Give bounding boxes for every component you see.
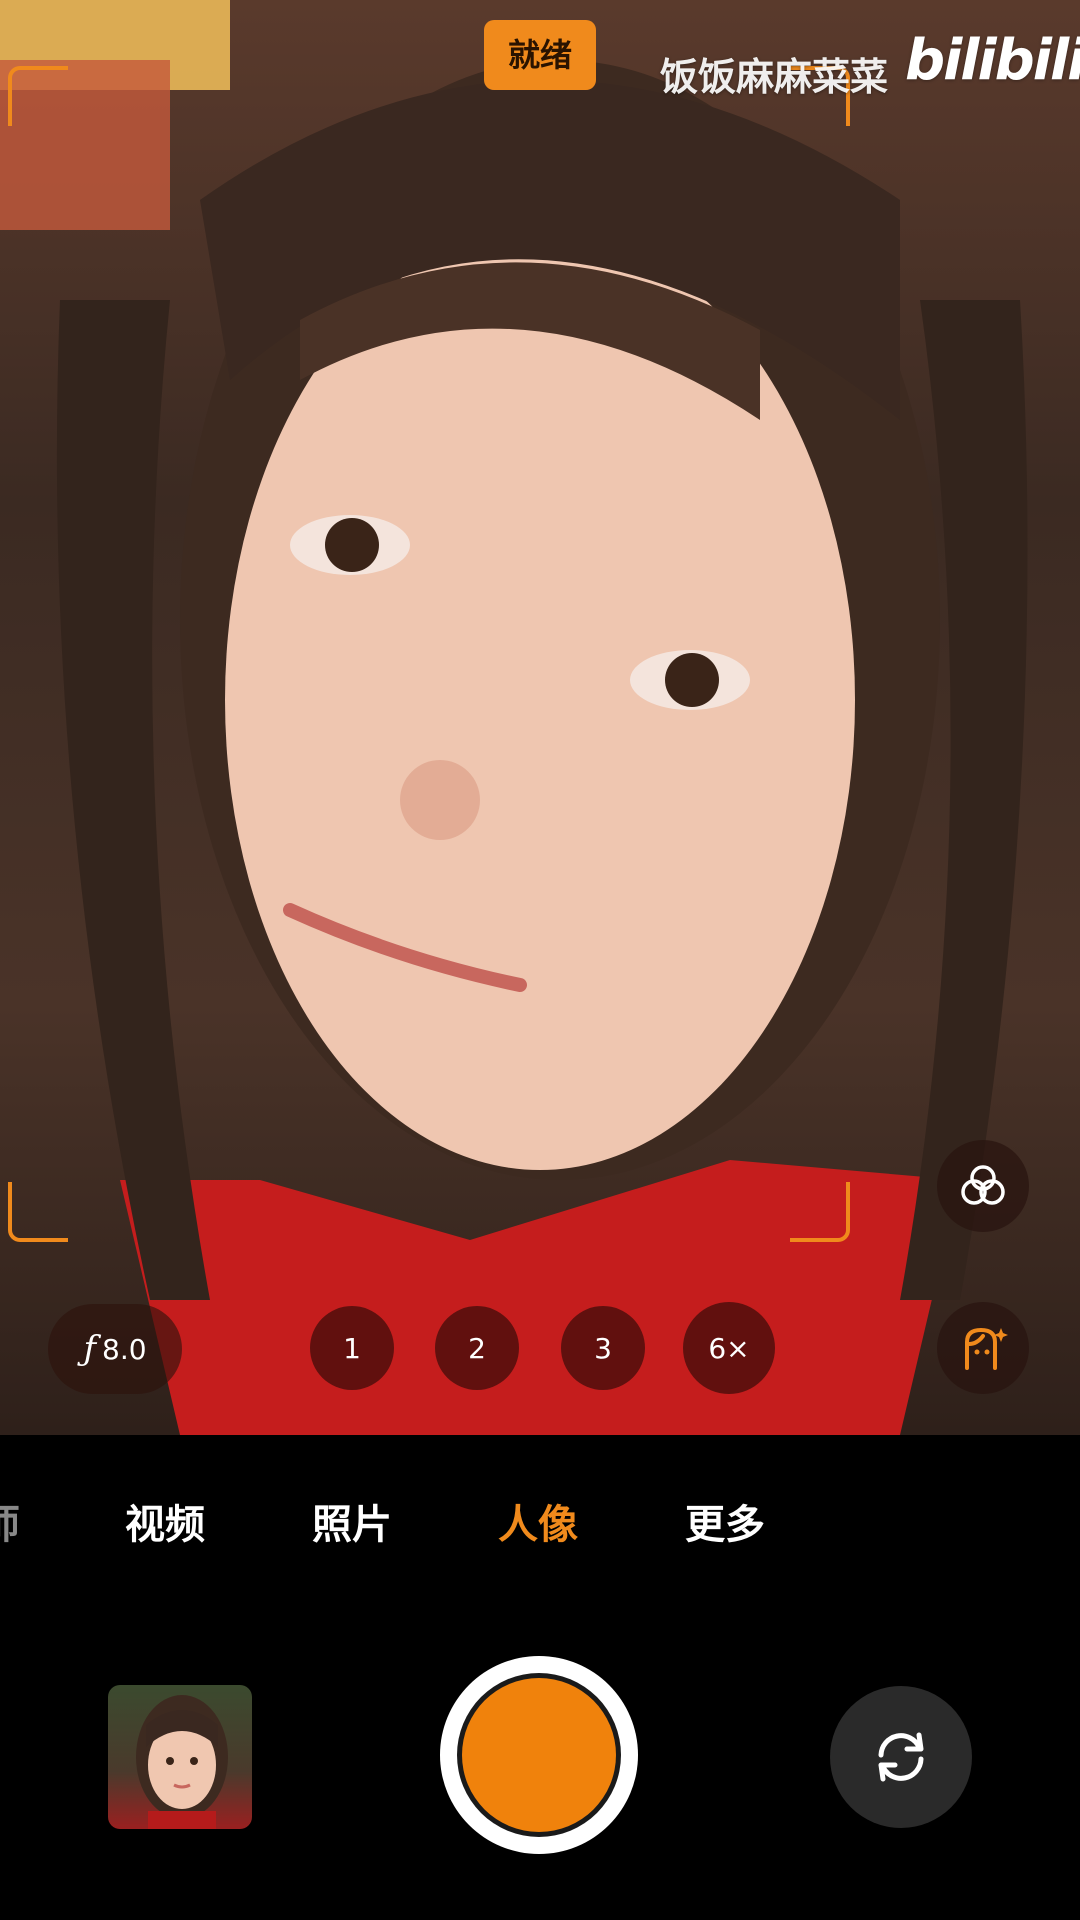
camera-app: 就绪 饭饭麻麻菜菜 bilibili ƒ 8.0 1 2 3 6× 视频 照片 … [0,0,1080,1920]
zoom-level-6x[interactable]: 6× [683,1302,775,1394]
focus-frame-corner-top-left [8,66,68,126]
mode-selector: 师 视频 照片 人像 更多 [0,1480,1080,1570]
watermark-brand-logo: bilibili [905,28,1080,93]
mode-tab-video[interactable]: 视频 [125,1480,205,1570]
shutter-ring [457,1673,621,1837]
shutter-button[interactable] [440,1656,638,1854]
aperture-value: 8.0 [102,1332,147,1366]
shutter-core [462,1678,616,1832]
mode-tab-photo[interactable]: 照片 [312,1480,392,1570]
beauty-button[interactable] [937,1302,1029,1394]
thumbnail-image [136,1695,228,1829]
aperture-symbol: ƒ [83,1329,97,1369]
filters-icon [961,1165,1005,1205]
gallery-thumbnail[interactable] [108,1685,252,1829]
zoom-level-3[interactable]: 3 [561,1306,645,1390]
filters-button[interactable] [937,1140,1029,1232]
aperture-control[interactable]: ƒ 8.0 [48,1304,182,1394]
viewfinder-image [0,0,1028,1435]
ready-status-badge: 就绪 [484,20,596,90]
zoom-level-2[interactable]: 2 [435,1306,519,1390]
focus-frame-corner-bottom-left [8,1182,68,1242]
switch-camera-icon [878,1732,924,1782]
watermark-channel: 饭饭麻麻菜菜 [660,55,889,99]
mode-tab-more[interactable]: 更多 [685,1480,765,1570]
zoom-level-1[interactable]: 1 [310,1306,394,1390]
mode-tab-portrait[interactable]: 人像 [498,1480,578,1570]
viewfinder[interactable]: 就绪 饭饭麻麻菜菜 bilibili ƒ 8.0 1 2 3 6× [0,0,1080,1435]
mode-tab-partial[interactable]: 师 [0,1480,20,1570]
beauty-face-icon [965,1327,1008,1370]
switch-camera-button[interactable] [830,1686,972,1828]
focus-frame-corner-bottom-right [790,1182,850,1242]
